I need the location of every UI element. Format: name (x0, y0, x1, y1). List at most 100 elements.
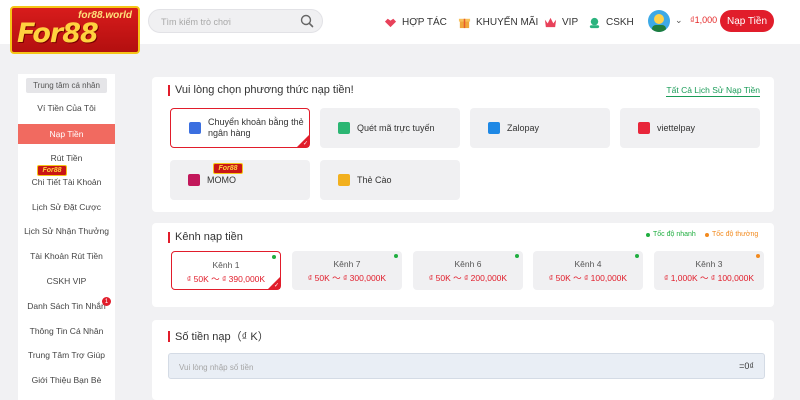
channel-card[interactable]: Kênh 7 ₫ 50K ～ ₫ 300,000K (292, 251, 402, 290)
nav-promotions[interactable]: KHUYẾN MÃI (458, 14, 538, 30)
sidebar-item-wallet[interactable]: Ví Tiền Của Tôi (18, 98, 115, 118)
deposit-history-link[interactable]: Tất Cả Lịch Sử Nạp Tiền (666, 85, 760, 97)
method-label: Zalopay (507, 122, 540, 133)
channel-card[interactable]: Kênh 4 ₫ 50K ～ ₫ 100,000K (533, 251, 643, 290)
top-header: for88.world For88 HỢP TÁC KHUYẾN MÃI VIP… (0, 0, 800, 54)
channel-name: Kênh 4 (574, 259, 602, 269)
speed-indicator (394, 254, 398, 258)
deposit-amount-panel: Số tiền nạp（₫ K） =0₫ (152, 320, 774, 400)
channel-name: Kênh 1 (212, 260, 240, 270)
method-label: Quét mã trực tuyến (357, 122, 435, 133)
sidebar-item-bet-history[interactable]: Lịch Sử Đặt Cược (18, 197, 115, 217)
search-icon[interactable] (300, 14, 314, 28)
brand-watermark-logo: For88 (213, 163, 243, 174)
momo-icon (188, 174, 200, 186)
method-momo[interactable]: MOMO For88 (170, 160, 310, 200)
legend-normal-dot (705, 232, 709, 237)
viettelpay-icon (638, 122, 650, 134)
method-scratch-card[interactable]: Thẻ Cào (320, 160, 460, 200)
legend-fast-label: Tốc độ nhanh (653, 231, 696, 238)
nav-partnership[interactable]: HỢP TÁC (384, 14, 447, 30)
channels-title: Kênh nạp tiền (168, 231, 243, 243)
search-input[interactable] (161, 14, 301, 30)
amount-input[interactable] (179, 360, 579, 374)
channel-range: ₫ 50K ～ ₫ 200,000K (428, 273, 508, 283)
sidebar-item-help-center[interactable]: Trung Tâm Trợ Giúp (18, 345, 115, 365)
channel-name: Kênh 6 (454, 259, 482, 269)
nav-vip[interactable]: VIP (544, 14, 578, 30)
legend-fast: Tốc độ nhanh (646, 231, 696, 238)
method-label: MOMO (207, 174, 236, 185)
wallet-balance: ₫1,000 (690, 15, 718, 25)
legend-normal: Tốc độ thường (705, 231, 758, 238)
title-accent-bar (168, 330, 170, 342)
unread-badge: 1 (102, 297, 111, 306)
nav-partnership-label: HỢP TÁC (402, 16, 447, 28)
sidebar-item-referral[interactable]: Giới Thiệu Bạn Bè (18, 370, 115, 390)
nav-promotions-label: KHUYẾN MÃI (476, 16, 539, 28)
nav-support-label: CSKH (606, 16, 634, 28)
deposit-button[interactable]: Nạp Tiền (720, 10, 774, 32)
sidebar-item-vip-support[interactable]: CSKH VIP (18, 271, 115, 291)
channel-card[interactable]: Kênh 1 ₫ 50K ～ ₫ 390,000K ✓ (171, 251, 281, 290)
headset-icon (589, 17, 600, 28)
zalopay-icon (488, 122, 500, 134)
methods-title: Vui lòng chọn phương thức nạp tiền! (168, 84, 354, 96)
avatar-image (652, 14, 666, 32)
channel-range: ₫ 50K ～ ₫ 390,000K (186, 274, 266, 284)
sidebar-item-messages[interactable]: Danh Sách Tin Nhắn 1 (18, 296, 115, 316)
deposit-channels-panel: Kênh nạp tiền Tốc độ nhanh Tốc độ thường… (152, 223, 774, 307)
gift-icon (458, 18, 471, 28)
channel-range: ₫ 50K ～ ₫ 100,000K (548, 273, 628, 283)
sidebar-title: Trung tâm cá nhân (26, 78, 107, 93)
speed-indicator (272, 255, 276, 259)
channel-card[interactable]: Kênh 6 ₫ 50K ～ ₫ 200,000K (413, 251, 523, 290)
chevron-down-icon[interactable]: ⌄ (675, 15, 683, 26)
speed-indicator (635, 254, 639, 258)
channel-name: Kênh 3 (695, 259, 723, 269)
brand-watermark-logo: For88 (37, 165, 67, 176)
channels-title-text: Kênh nạp tiền (175, 231, 243, 243)
legend-normal-label: Tốc độ thường (712, 231, 759, 238)
speed-indicator (756, 254, 760, 258)
check-icon: ✓ (273, 283, 279, 289)
nav-vip-label: VIP (562, 16, 579, 28)
sidebar-item-deposit[interactable]: Nạp Tiền (18, 124, 115, 144)
method-qr-scan[interactable]: Quét mã trực tuyến (320, 108, 460, 148)
channel-name: Kênh 7 (333, 259, 361, 269)
title-accent-bar (168, 84, 170, 96)
title-accent-bar (168, 231, 170, 243)
channel-range: ₫ 1,000K ～ ₫ 100,000K (663, 273, 754, 283)
crown-icon (544, 17, 557, 27)
search-box (148, 9, 323, 33)
method-label: viettelpay (657, 122, 696, 133)
site-logo[interactable]: for88.world For88 (10, 6, 140, 54)
speed-indicator (515, 254, 519, 258)
method-viettelpay[interactable]: viettelpay (620, 108, 760, 148)
check-icon: ✓ (302, 141, 308, 147)
handshake-icon (384, 18, 397, 27)
amount-title-text: Số tiền nạp（₫ K） (175, 331, 269, 343)
qr-scan-icon (338, 122, 350, 134)
nav-support[interactable]: CSKH (588, 14, 634, 30)
sidebar-item-messages-label: Danh Sách Tin Nhắn (27, 301, 106, 311)
method-label: Chuyển khoản bằng thẻ ngân hàng (208, 117, 304, 138)
method-bank-transfer[interactable]: Chuyển khoản bằng thẻ ngân hàng ✓ (170, 108, 310, 148)
channel-range: ₫ 50K ～ ₫ 300,000K (307, 273, 387, 283)
scratch-card-icon (338, 174, 350, 186)
logo-text: For88 (17, 18, 99, 49)
sidebar-item-reward-history[interactable]: Lịch Sử Nhận Thưởng (18, 221, 115, 241)
account-sidebar: Trung tâm cá nhân Ví Tiền Của Tôi Nạp Ti… (18, 74, 115, 400)
methods-title-text: Vui lòng chọn phương thức nạp tiền! (175, 84, 354, 96)
legend-fast-dot (646, 232, 650, 237)
sidebar-item-withdraw-accounts[interactable]: Tài Khoản Rút Tiền (18, 246, 115, 266)
converted-amount: =0₫ (739, 361, 754, 371)
method-zalopay[interactable]: Zalopay (470, 108, 610, 148)
amount-title: Số tiền nạp（₫ K） (168, 328, 269, 344)
channel-card[interactable]: Kênh 3 ₫ 1,000K ～ ₫ 100,000K (654, 251, 764, 290)
deposit-methods-panel: Vui lòng chọn phương thức nạp tiền! Tất … (152, 77, 774, 212)
sidebar-item-profile[interactable]: Thông Tin Cá Nhân (18, 321, 115, 341)
amount-field: =0₫ (168, 353, 765, 379)
bank-card-icon (189, 122, 201, 134)
avatar[interactable] (648, 10, 670, 32)
